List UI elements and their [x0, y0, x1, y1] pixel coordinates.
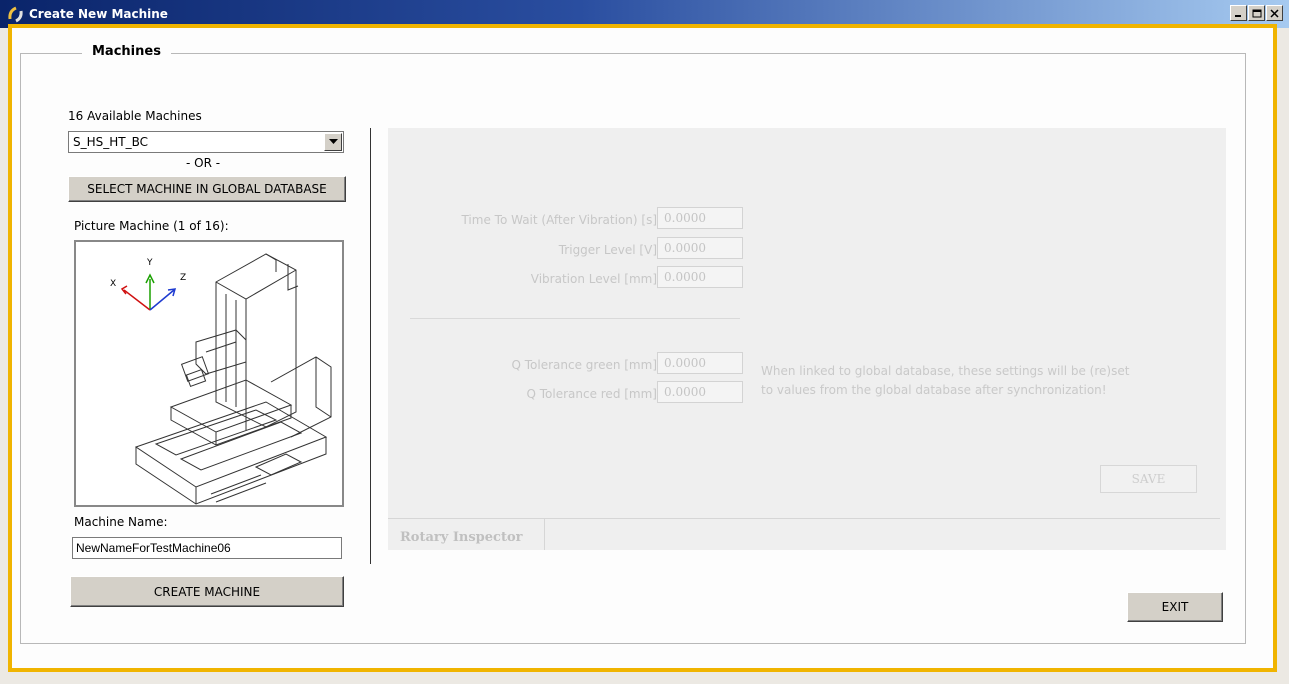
tab-strip-line — [544, 518, 1220, 519]
exit-button[interactable]: EXIT — [1127, 592, 1223, 622]
minimize-button[interactable] — [1230, 5, 1247, 21]
save-button[interactable]: SAVE — [1100, 465, 1197, 493]
machine-name-input[interactable] — [72, 537, 342, 559]
axes-indicator: Y X Z — [110, 258, 186, 311]
q-tolerance-green-field[interactable]: 0.0000 — [657, 352, 743, 374]
app-icon — [7, 5, 25, 23]
machine-body — [134, 253, 332, 505]
machine-illustration: Y X Z — [110, 253, 332, 505]
maximize-icon — [1252, 9, 1261, 17]
close-icon — [1270, 8, 1279, 18]
column-divider — [370, 128, 371, 564]
vibration-level-label: Vibration Level [mm] — [530, 272, 657, 286]
select-global-database-button[interactable]: SELECT MACHINE IN GLOBAL DATABASE — [68, 176, 346, 202]
q-tolerance-red-field[interactable]: 0.0000 — [657, 381, 743, 403]
x-axis-label: X — [110, 279, 116, 289]
machine-select-value: S_HS_HT_BC — [73, 135, 149, 149]
sync-note: When linked to global database, these se… — [761, 362, 1129, 400]
trigger-level-label: Trigger Level [V] — [558, 243, 657, 257]
z-axis-label: Z — [180, 273, 186, 283]
dropdown-button[interactable] — [324, 133, 342, 151]
machine-name-label: Machine Name: — [74, 515, 168, 529]
tab-strip: Rotary Inspector — [388, 518, 1226, 550]
sync-note-line-2: to values from the global database after… — [761, 383, 1107, 397]
vibration-level-field[interactable]: 0.0000 — [657, 266, 743, 288]
machines-group-title: Machines — [82, 44, 171, 59]
minimize-icon — [1235, 14, 1241, 17]
chevron-down-icon — [328, 139, 338, 144]
tab-rotary-inspector[interactable]: Rotary Inspector — [388, 518, 545, 550]
machine-select[interactable]: S_HS_HT_BC — [68, 131, 344, 153]
sync-note-line-1: When linked to global database, these se… — [761, 364, 1130, 378]
q-tolerance-red-label: Q Tolerance red [mm] — [526, 387, 657, 401]
create-machine-button[interactable]: CREATE MACHINE — [70, 576, 344, 607]
picture-machine-label: Picture Machine (1 of 16): — [74, 219, 229, 233]
machine-picture: Y X Z — [74, 240, 344, 507]
time-to-wait-label: Time To Wait (After Vibration) [s] — [461, 213, 657, 227]
available-machines-label: 16 Available Machines — [68, 109, 202, 123]
close-button[interactable] — [1266, 5, 1283, 21]
y-axis-label: Y — [146, 258, 153, 268]
maximize-button[interactable] — [1248, 5, 1265, 21]
settings-separator — [410, 318, 740, 319]
window-title: Create New Machine — [29, 7, 168, 21]
q-tolerance-green-label: Q Tolerance green [mm] — [511, 358, 657, 372]
time-to-wait-field[interactable]: 0.0000 — [657, 207, 743, 229]
or-label: - OR - — [186, 156, 221, 170]
trigger-level-field[interactable]: 0.0000 — [657, 237, 743, 259]
